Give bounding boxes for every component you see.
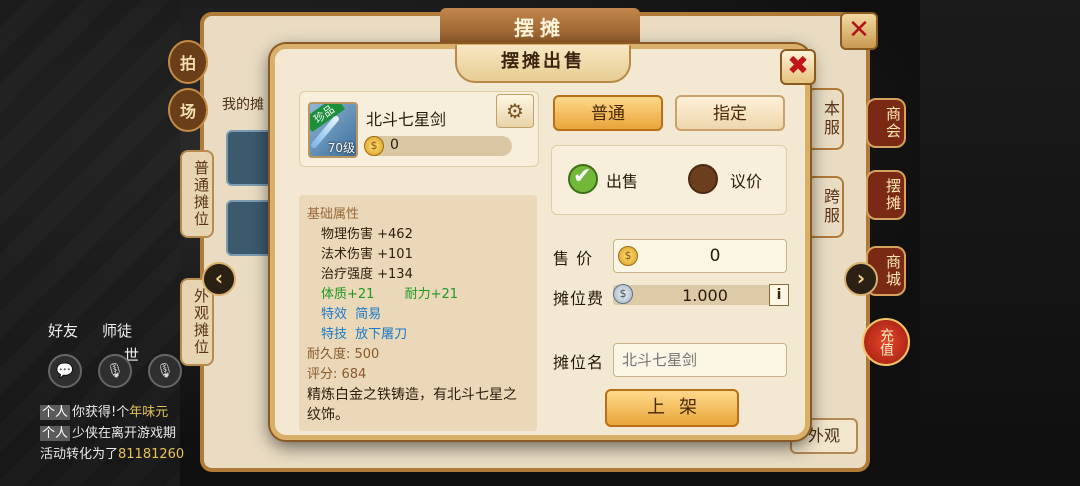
- market-close-button[interactable]: ✕: [840, 12, 878, 50]
- durability: 耐久度: 500: [307, 347, 380, 362]
- scene-right: [920, 0, 1080, 486]
- sell-radio[interactable]: [568, 164, 598, 194]
- auction-tabs: 拍 场: [168, 40, 212, 136]
- stall-name-label: 摊位名: [553, 353, 605, 372]
- gold-coin-icon: $: [364, 136, 384, 156]
- item-level: 70级: [327, 141, 355, 155]
- fee-value: 1.000: [682, 286, 728, 305]
- close-icon[interactable]: ✖: [780, 49, 816, 85]
- mentor-label[interactable]: 师徒: [102, 320, 132, 341]
- special-skill: 特技 放下屠刀: [307, 325, 529, 345]
- item-card: 珍品 70级 北斗七星剑 ⚙ $ 0: [299, 91, 539, 167]
- tab-targeted-sale[interactable]: 指定: [675, 95, 785, 131]
- tab-normal-stall[interactable]: 普通摊位: [180, 150, 214, 238]
- attribute-line: 治疗强度 +134: [321, 267, 413, 282]
- sale-mode-group: 出售 议价: [551, 145, 787, 215]
- stall-item-slot[interactable]: [226, 200, 276, 256]
- stall-item-slot[interactable]: [226, 130, 276, 186]
- recharge-button[interactable]: 充值: [862, 318, 910, 366]
- stall-fee-bar: $ 1.000: [613, 284, 787, 305]
- item-name: 北斗七星剑: [366, 110, 447, 129]
- item-price: 0: [390, 137, 399, 153]
- list-item-button[interactable]: 上架: [605, 389, 739, 427]
- chat-line: 活动转化为了81181260: [40, 447, 185, 462]
- chat-line: 个人 你获得!个年味元: [40, 405, 169, 420]
- side-menu-stall[interactable]: 摆摊: [866, 170, 906, 220]
- sword-item-icon[interactable]: 珍品 70级: [308, 102, 358, 158]
- auction-tab-chang[interactable]: 场: [168, 88, 208, 132]
- score: 评分: 684: [307, 367, 367, 382]
- gold-coin-icon: $: [618, 246, 638, 266]
- price-value: 0: [709, 246, 721, 266]
- skill-value: 放下屠刀: [355, 327, 408, 342]
- my-stall-header: 我的摊: [222, 97, 264, 113]
- stall-name-input[interactable]: [613, 343, 787, 377]
- price-label: 售 价: [553, 249, 594, 268]
- fee-label: 摊位费: [553, 289, 605, 308]
- tab-this-server[interactable]: 本服: [806, 88, 844, 150]
- bonus-endurance: 耐力+21: [404, 287, 459, 302]
- silver-coin-icon: $: [613, 284, 633, 304]
- attributes-panel: 基础属性 物理伤害 +462 法术伤害 +101 治疗强度 +134 体质+21…: [299, 195, 537, 431]
- item-price-bar: $ 0: [364, 136, 512, 156]
- sell-label: 出售: [606, 172, 639, 191]
- next-page-arrow-icon[interactable]: ›: [844, 262, 878, 296]
- item-description: 精炼白金之铁铸造，有北斗七星之纹饰。: [307, 387, 517, 423]
- prev-page-arrow-icon[interactable]: ‹: [202, 262, 236, 296]
- chat-line: 个人 少侠在离开游戏期: [40, 426, 177, 441]
- auction-tab-pai[interactable]: 拍: [168, 40, 208, 84]
- negotiate-label: 议价: [730, 172, 763, 191]
- side-menu-guild[interactable]: 商会: [866, 98, 906, 148]
- dialog-title: 摆摊出售: [455, 45, 631, 83]
- gear-icon[interactable]: ⚙: [496, 94, 534, 128]
- bonus-constitution: 体质+21: [321, 287, 375, 302]
- tab-cross-server[interactable]: 跨服: [806, 176, 844, 238]
- attribute-line: 法术伤害 +101: [321, 247, 413, 262]
- sell-dialog: 摆摊出售 ✖ 珍品 70级 北斗七星剑 ⚙ $ 0 基础属性 物理伤害 +462…: [270, 44, 816, 440]
- price-input[interactable]: $ 0: [613, 239, 787, 273]
- attribute-line: 物理伤害 +462: [321, 227, 413, 242]
- bonus-attributes: 体质+21 耐力+21: [307, 285, 529, 305]
- info-icon[interactable]: i: [769, 284, 789, 306]
- tab-normal-sale[interactable]: 普通: [553, 95, 663, 131]
- friend-label[interactable]: 好友: [48, 320, 78, 341]
- effect-value: 简易: [355, 307, 382, 322]
- market-title: 摆摊: [440, 8, 640, 48]
- chat-icon[interactable]: 💬: [48, 354, 82, 388]
- effect-label: 特效: [321, 307, 348, 322]
- skill-label: 特技: [321, 327, 348, 342]
- special-effect: 特效 简易: [307, 305, 529, 325]
- voice-icon[interactable]: 🎙: [98, 354, 132, 388]
- chat-log: 个人 你获得!个年味元 个人 少侠在离开游戏期 活动转化为了81181260: [40, 402, 200, 465]
- negotiate-radio[interactable]: [688, 164, 718, 194]
- voice-icon[interactable]: 🎙: [148, 354, 182, 388]
- attributes-header: 基础属性: [307, 207, 360, 222]
